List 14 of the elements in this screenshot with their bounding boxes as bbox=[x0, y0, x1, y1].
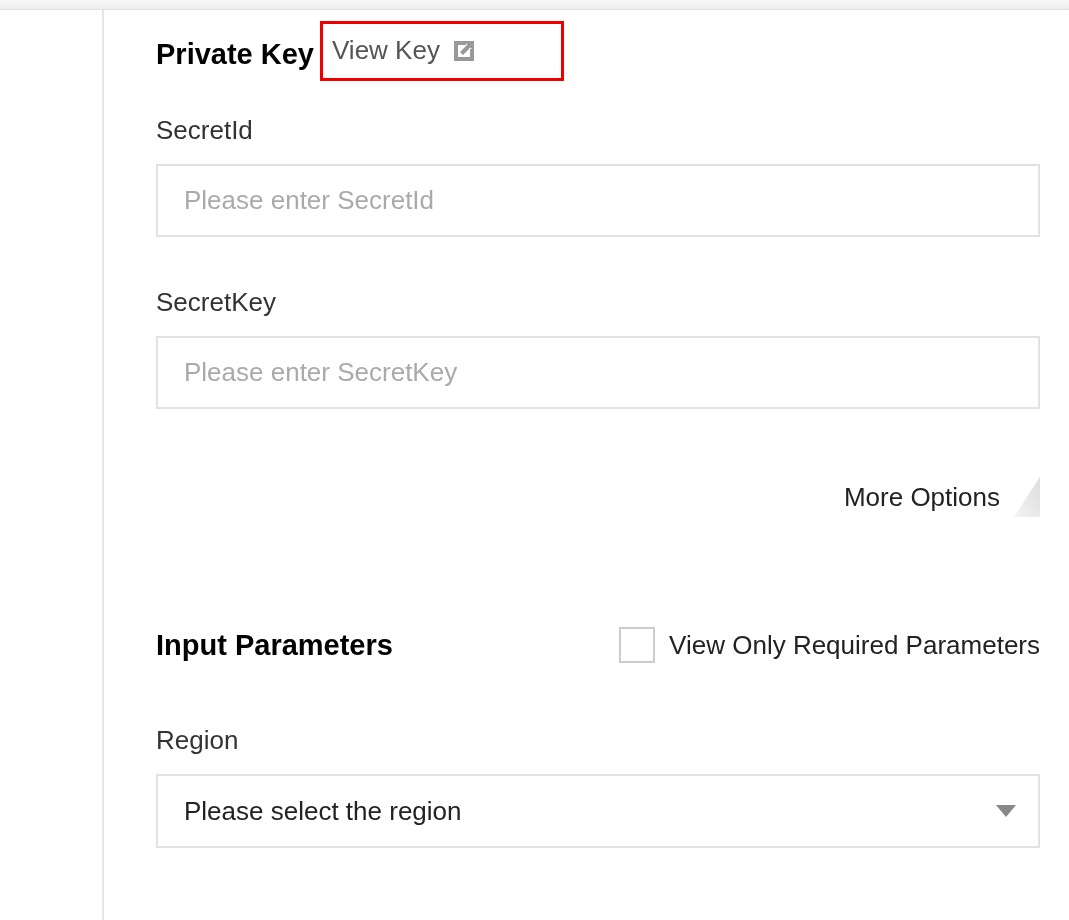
external-link-icon bbox=[451, 38, 476, 63]
field-label: Region bbox=[156, 725, 240, 756]
input-field[interactable]: Please enter SecretId bbox=[156, 164, 1040, 237]
field-label: SecretKey bbox=[156, 287, 277, 318]
corner-fold-icon bbox=[1014, 477, 1040, 517]
caret-down-icon bbox=[996, 805, 1016, 817]
required-filter-checkbox[interactable]: View Only Required Parameters bbox=[619, 627, 1040, 663]
section-heading: Input Parameters bbox=[156, 628, 393, 662]
region-select[interactable]: Please select the region bbox=[156, 774, 1040, 848]
field-label: SecretId bbox=[156, 115, 254, 146]
view-key-link[interactable]: View Key bbox=[332, 35, 476, 66]
input-field[interactable]: Please enter SecretKey bbox=[156, 336, 1040, 409]
section-heading: Private Key bbox=[156, 38, 314, 71]
more-options-button[interactable]: More Options bbox=[843, 481, 1000, 513]
